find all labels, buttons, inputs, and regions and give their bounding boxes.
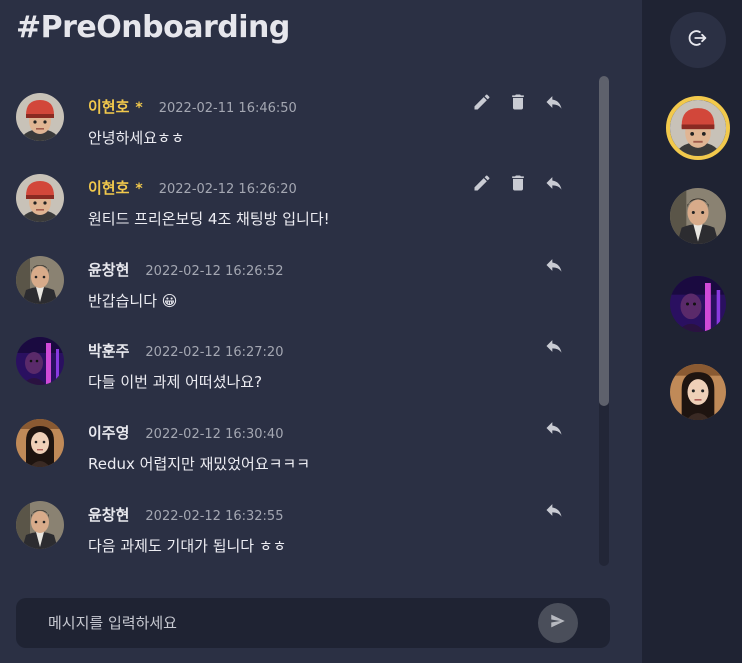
message-actions (542, 255, 566, 279)
message-author: 윤창현 (88, 261, 130, 279)
reply-icon (544, 336, 564, 360)
member-avatar-helmet-active[interactable] (666, 96, 730, 160)
reply-button[interactable] (542, 173, 566, 197)
message-text: 다들 이번 과제 어떠셨나요? (88, 373, 263, 391)
message-author: 이현호 (88, 179, 130, 197)
logout-icon (687, 27, 709, 53)
reply-button[interactable] (542, 255, 566, 279)
reply-icon (544, 92, 564, 116)
message-header: 이현호 * 2022-02-12 16:26:20 (88, 177, 297, 199)
own-message-marker: * (135, 100, 143, 116)
logout-button[interactable] (670, 12, 726, 68)
message-timestamp: 2022-02-12 16:26:20 (158, 182, 297, 197)
message-input[interactable] (32, 598, 532, 648)
message-text: Redux 어렵지만 재밌었어요ㅋㅋㅋ (88, 455, 311, 473)
message-header: 박훈주 2022-02-12 16:27:20 (88, 340, 283, 362)
message-item: 이주영 2022-02-12 16:30:40 Redux 어렵지만 재밌었어요ㅋㅋ… (0, 419, 598, 504)
reply-icon (544, 418, 564, 442)
avatar-woman[interactable] (16, 419, 64, 467)
edit-button[interactable] (470, 173, 494, 197)
message-actions (470, 173, 566, 197)
message-header: 윤창현 2022-02-12 16:32:55 (88, 504, 283, 526)
own-message-marker: * (135, 181, 143, 197)
member-avatar-purple[interactable] (670, 276, 726, 332)
member-sidebar (642, 0, 742, 663)
message-actions (542, 418, 566, 442)
avatar-purple[interactable] (16, 337, 64, 385)
channel-title: #PreOnboarding (16, 10, 290, 45)
avatar-helmet[interactable] (16, 93, 64, 141)
message-item: 이현호 * 2022-02-12 16:26:20 원티드 프리온보딩 4조 채팅방 … (0, 174, 598, 259)
member-avatar-woman[interactable] (670, 364, 726, 420)
message-list-scrollbar[interactable] (599, 76, 609, 566)
edit-button[interactable] (470, 92, 494, 116)
message-list[interactable]: 이현호 * 2022-02-11 16:46:50 안녕하세요ㅎㅎ 이현호 * 2022-0… (0, 76, 598, 566)
reply-icon (544, 255, 564, 279)
message-header: 이주영 2022-02-12 16:30:40 (88, 422, 283, 444)
edit-icon (472, 92, 492, 116)
message-timestamp: 2022-02-12 16:27:20 (145, 345, 284, 360)
send-button[interactable] (538, 603, 578, 643)
message-author: 윤창현 (88, 506, 130, 524)
reply-button[interactable] (542, 418, 566, 442)
delete-icon (508, 173, 528, 197)
message-author: 이주영 (88, 424, 130, 442)
message-header: 윤창현 2022-02-12 16:26:52 (88, 259, 283, 281)
chat-panel: #PreOnboarding 이현호 * 2022-02-11 16:46:50 안녕… (0, 0, 642, 663)
reply-button[interactable] (542, 336, 566, 360)
message-item: 윤창현 2022-02-12 16:32:55 다음 과제도 기대가 됩니다 ㅎㅎ (0, 501, 598, 566)
message-text: 다음 과제도 기대가 됩니다 ㅎㅎ (88, 537, 287, 555)
message-actions (542, 500, 566, 524)
message-item: 윤창현 2022-02-12 16:26:52 반갑습니다 😀 (0, 256, 598, 341)
message-timestamp: 2022-02-12 16:30:40 (145, 427, 284, 442)
reply-icon (544, 173, 564, 197)
message-text: 반갑습니다 😀 (88, 292, 178, 310)
message-composer (16, 598, 610, 648)
message-header: 이현호 * 2022-02-11 16:46:50 (88, 96, 297, 118)
message-item: 박훈주 2022-02-12 16:27:20 다들 이번 과제 어떠셨나요? (0, 337, 598, 422)
edit-icon (472, 173, 492, 197)
delete-button[interactable] (506, 173, 530, 197)
message-text: 원티드 프리온보딩 4조 채팅방 입니다! (88, 210, 330, 228)
reply-button[interactable] (542, 500, 566, 524)
reply-icon (544, 500, 564, 524)
delete-icon (508, 92, 528, 116)
avatar-suit[interactable] (16, 501, 64, 549)
reply-button[interactable] (542, 92, 566, 116)
message-text: 안녕하세요ㅎㅎ (88, 129, 185, 147)
send-icon (549, 612, 567, 634)
message-timestamp: 2022-02-12 16:26:52 (145, 264, 284, 279)
delete-button[interactable] (506, 92, 530, 116)
message-item: 이현호 * 2022-02-11 16:46:50 안녕하세요ㅎㅎ (0, 93, 598, 178)
member-avatar-suit[interactable] (670, 188, 726, 244)
message-author: 이현호 (88, 98, 130, 116)
scrollbar-thumb[interactable] (599, 76, 609, 406)
message-timestamp: 2022-02-12 16:32:55 (145, 509, 284, 524)
message-actions (470, 92, 566, 116)
avatar-suit[interactable] (16, 256, 64, 304)
message-actions (542, 336, 566, 360)
avatar-helmet[interactable] (16, 174, 64, 222)
message-author: 박훈주 (88, 342, 130, 360)
message-timestamp: 2022-02-11 16:46:50 (158, 101, 297, 116)
